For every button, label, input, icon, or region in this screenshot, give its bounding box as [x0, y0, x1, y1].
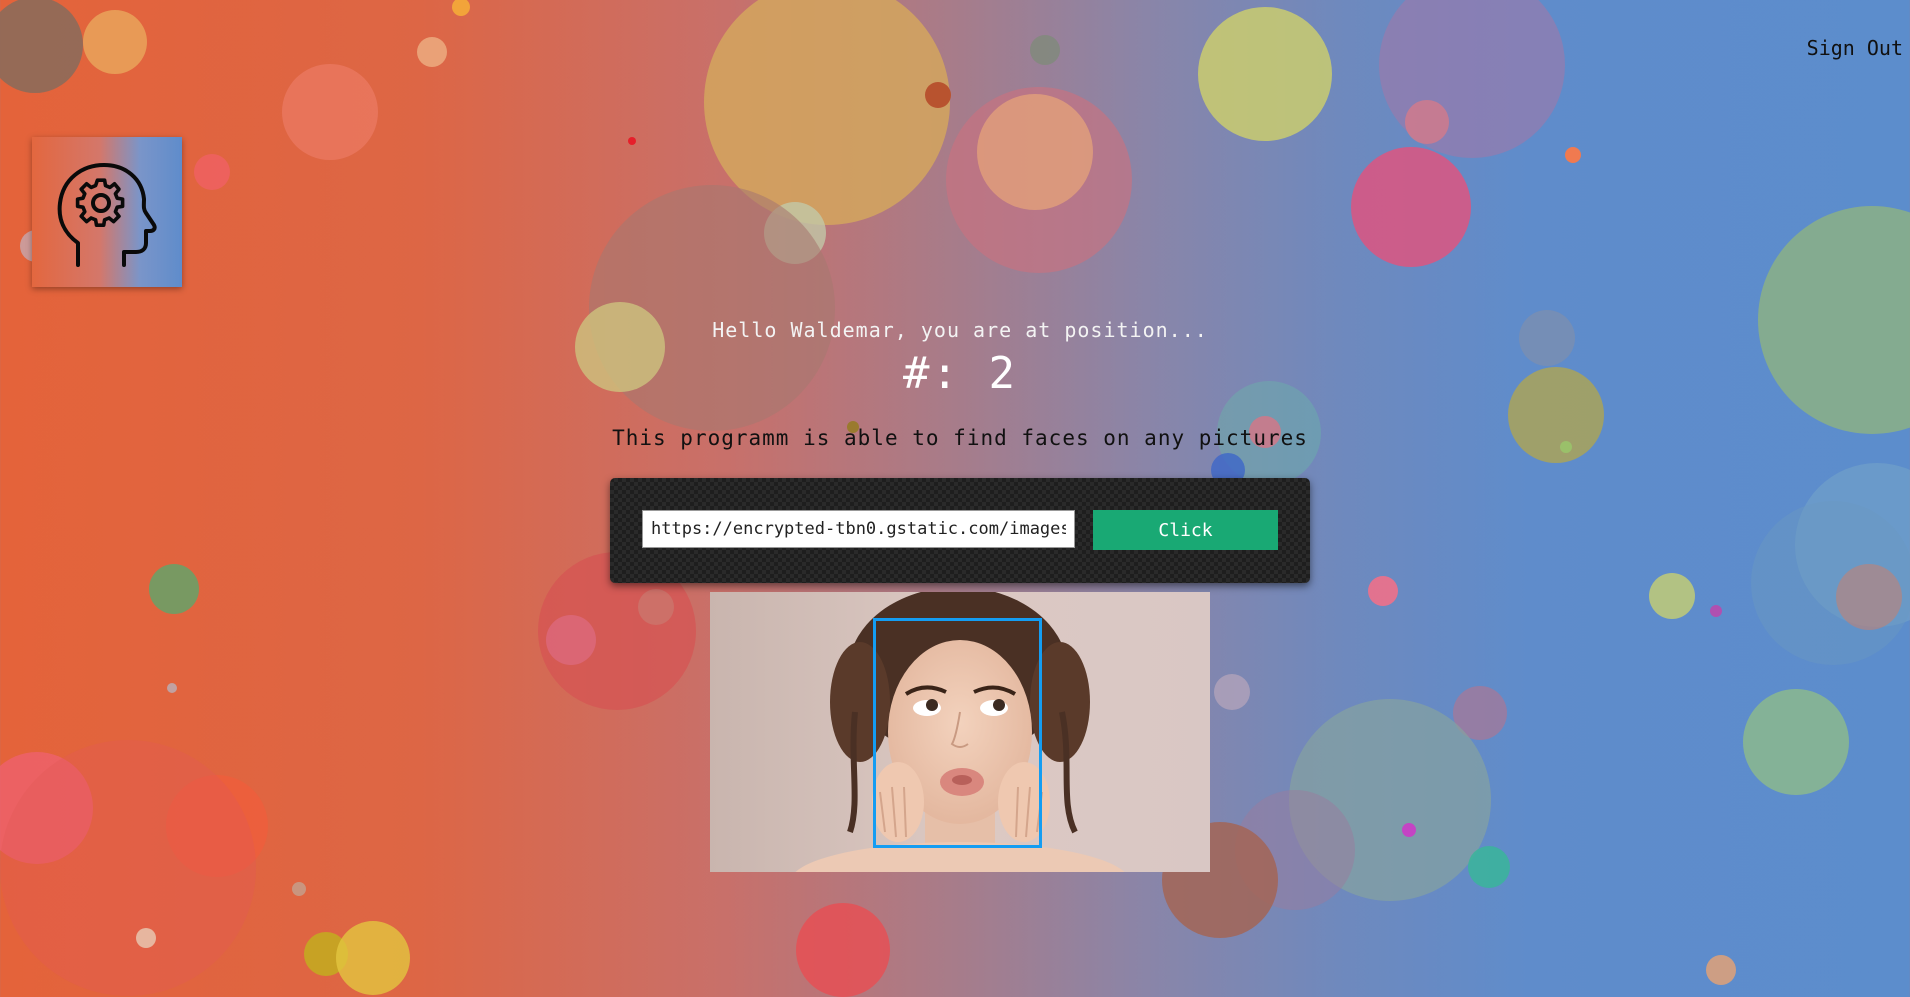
background-bubble	[628, 137, 636, 145]
position-rank: #: 2	[903, 348, 1017, 399]
background-bubble	[1743, 689, 1849, 795]
background-bubble	[1289, 699, 1491, 901]
background-bubble	[336, 921, 410, 995]
background-bubble	[638, 589, 674, 625]
background-bubble	[194, 154, 230, 190]
background-bubble	[1468, 846, 1510, 888]
background-bubble	[1235, 790, 1355, 910]
background-bubble	[1402, 823, 1416, 837]
background-bubble	[83, 10, 147, 74]
background-bubble	[1649, 573, 1695, 619]
image-url-form: Click	[610, 478, 1310, 583]
brain-gear-icon	[57, 163, 157, 267]
background-bubble	[1565, 147, 1581, 163]
background-bubble	[282, 64, 378, 160]
background-bubble	[546, 615, 596, 665]
background-bubble	[166, 775, 268, 877]
background-bubble	[1836, 564, 1902, 630]
sign-out-link[interactable]: Sign Out	[1807, 36, 1903, 60]
result-image	[710, 592, 1210, 872]
background-bubble	[0, 0, 83, 93]
background-bubble	[946, 87, 1132, 273]
background-bubble	[0, 752, 93, 864]
background-bubble	[136, 928, 156, 948]
background-bubble	[0, 740, 256, 996]
background-bubble	[292, 882, 306, 896]
background-bubble	[149, 564, 199, 614]
face-bounding-box	[873, 618, 1042, 848]
background-bubble	[1751, 501, 1910, 665]
background-bubble	[1453, 686, 1507, 740]
app-logo[interactable]	[32, 137, 182, 287]
background-bubble	[1214, 674, 1250, 710]
background-bubble	[1710, 605, 1722, 617]
background-bubble	[1198, 7, 1332, 141]
background-bubble	[452, 0, 470, 16]
image-url-input[interactable]	[642, 510, 1075, 548]
detect-button[interactable]: Click	[1093, 510, 1278, 550]
background-bubble	[1030, 35, 1060, 65]
background-bubble	[167, 683, 177, 693]
background-bubble	[764, 202, 826, 264]
background-bubble	[796, 903, 890, 997]
background-bubble	[1706, 955, 1736, 985]
background-bubble	[977, 94, 1093, 210]
background-bubble	[1368, 576, 1398, 606]
background-bubble	[1351, 147, 1471, 267]
background-bubble	[304, 932, 348, 976]
greeting-text: Hello Waldemar, you are at position...	[712, 318, 1208, 342]
background-bubble	[1379, 0, 1565, 158]
background-bubble	[417, 37, 447, 67]
background-bubble	[1405, 100, 1449, 144]
background-bubble	[925, 82, 951, 108]
background-bubble	[704, 0, 950, 225]
app-description: This programm is able to find faces on a…	[612, 426, 1308, 450]
background-bubble	[1795, 463, 1910, 627]
